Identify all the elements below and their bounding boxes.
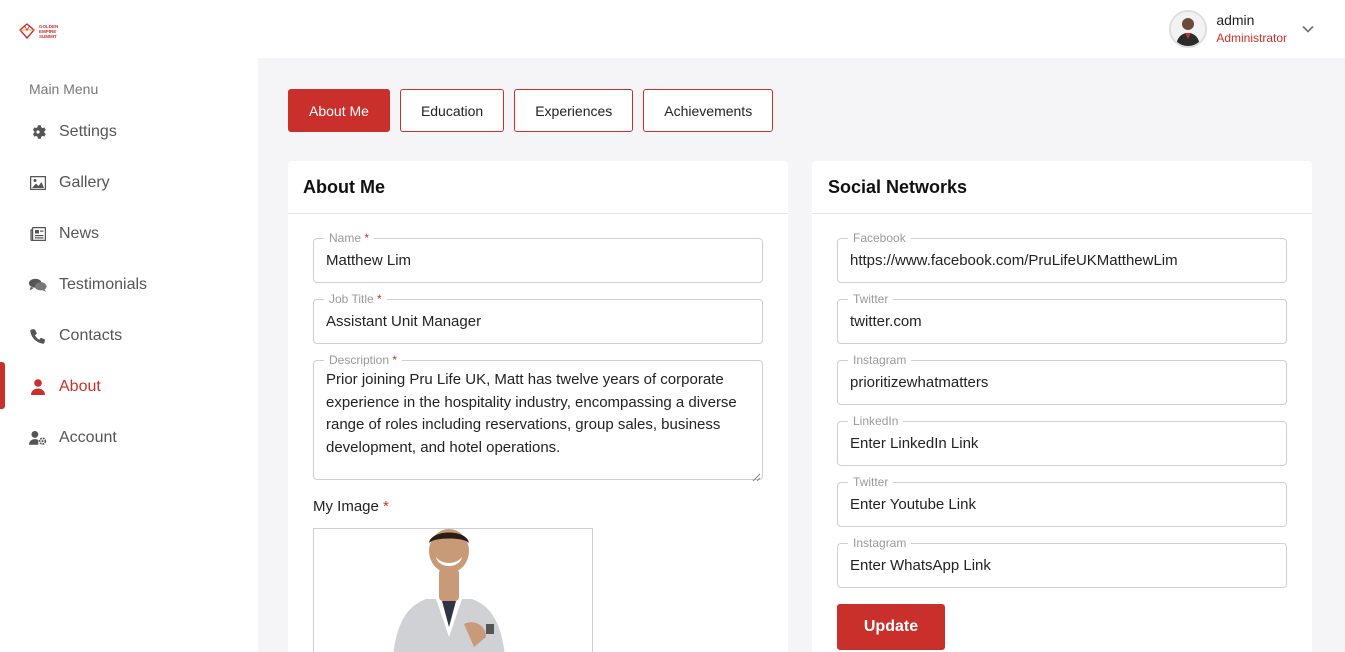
sidebar-item-label: Account [59, 428, 117, 446]
tab-experiences[interactable]: Experiences [514, 89, 634, 132]
instagram-field[interactable]: Instagram prioritizewhatmatters [837, 352, 1287, 405]
top-header: admin Administrator [258, 0, 1345, 58]
linkedin-input[interactable]: Enter LinkedIn Link [850, 435, 978, 452]
sidebar-item-gallery[interactable]: Gallery [0, 157, 258, 208]
profile-image-upload[interactable] [313, 528, 593, 652]
linkedin-field-label: LinkedIn [848, 413, 904, 429]
twitter-input[interactable]: twitter.com [850, 313, 922, 330]
comments-icon [29, 276, 47, 294]
tab-achievements[interactable]: Achievements [643, 89, 774, 132]
name-field-label: Name * [324, 230, 375, 246]
image-icon [29, 174, 47, 192]
youtube-field-label: Twitter [848, 474, 894, 490]
whatsapp-field[interactable]: Instagram Enter WhatsApp Link [837, 535, 1287, 588]
sidebar-item-news[interactable]: News [0, 208, 258, 259]
sidebar: GOLDEN EMPIRE SUMMIT Main Menu Settings Ga… [0, 0, 258, 652]
user-role: Administrator [1216, 31, 1287, 45]
my-image-label: My Image * [313, 498, 389, 515]
sidebar-item-label: About [59, 377, 101, 395]
social-networks-card-title: Social Networks [812, 161, 1312, 214]
facebook-field-label: Facebook [848, 230, 911, 246]
sidebar-item-label: Settings [59, 122, 117, 140]
resize-handle-icon[interactable] [752, 469, 761, 482]
phone-icon [29, 327, 47, 345]
sidebar-item-label: Testimonials [59, 275, 148, 293]
job-title-field-label: Job Title * [324, 291, 387, 307]
facebook-input[interactable]: https://www.facebook.com/PruLifeUKMatthe… [850, 252, 1178, 269]
instagram-input[interactable]: prioritizewhatmatters [850, 374, 988, 391]
menu-heading: Main Menu [29, 81, 99, 97]
tab-about-me[interactable]: About Me [288, 89, 390, 132]
youtube-field[interactable]: Twitter Enter Youtube Link [837, 474, 1287, 527]
tab-education[interactable]: Education [399, 89, 505, 132]
gear-icon [29, 123, 47, 141]
linkedin-field[interactable]: LinkedIn Enter LinkedIn Link [837, 413, 1287, 466]
whatsapp-field-label: Instagram [848, 535, 912, 551]
logo-text: GOLDEN EMPIRE SUMMIT [39, 23, 59, 39]
social-networks-card: Social Networks Facebook https://www.fac… [812, 161, 1312, 652]
description-field-label: Description * [324, 352, 403, 368]
whatsapp-input[interactable]: Enter WhatsApp Link [850, 557, 991, 574]
instagram-field-label: Instagram [848, 352, 912, 368]
user-icon [29, 378, 47, 396]
description-textarea[interactable]: Prior joining Pru Life UK, Matt has twel… [326, 369, 751, 459]
sidebar-item-about[interactable]: About [0, 361, 258, 412]
name-field[interactable]: Name * Matthew Lim [313, 230, 763, 283]
update-button[interactable]: Update [837, 604, 945, 650]
name-input[interactable]: Matthew Lim [326, 252, 411, 269]
chevron-down-icon[interactable] [1301, 22, 1315, 36]
user-info: admin Administrator [1216, 11, 1287, 47]
avatar [1169, 10, 1208, 48]
twitter-field[interactable]: Twitter twitter.com [837, 291, 1287, 344]
profile-photo [314, 529, 592, 652]
newspaper-icon [29, 225, 47, 243]
facebook-field[interactable]: Facebook https://www.facebook.com/PruLif… [837, 230, 1287, 283]
main-menu: Settings Gallery News Testimonials Conta… [0, 106, 258, 463]
description-field[interactable]: Description * Prior joining Pru Life UK,… [313, 352, 763, 482]
sidebar-item-account[interactable]: Account [0, 412, 258, 463]
sidebar-item-label: News [59, 224, 100, 242]
youtube-input[interactable]: Enter Youtube Link [850, 496, 976, 513]
sidebar-item-label: Gallery [59, 173, 110, 191]
user-menu[interactable]: admin Administrator [1169, 10, 1315, 48]
sidebar-item-label: Contacts [59, 326, 123, 344]
sidebar-item-testimonials[interactable]: Testimonials [0, 259, 258, 310]
sidebar-item-contacts[interactable]: Contacts [0, 310, 258, 361]
sidebar-item-settings[interactable]: Settings [0, 106, 258, 157]
twitter-field-label: Twitter [848, 291, 894, 307]
diamond-logo-icon [19, 23, 35, 40]
brand-logo[interactable]: GOLDEN EMPIRE SUMMIT [18, 18, 70, 44]
user-name: admin [1216, 12, 1255, 28]
profile-tabs: About Me Education Experiences Achieveme… [288, 89, 774, 132]
job-title-field[interactable]: Job Title * Assistant Unit Manager [313, 291, 763, 344]
about-me-card-title: About Me [288, 161, 788, 214]
about-me-card: About Me Name * Matthew Lim Job Title * … [288, 161, 788, 652]
job-title-input[interactable]: Assistant Unit Manager [326, 313, 481, 330]
user-gear-icon [29, 429, 47, 447]
